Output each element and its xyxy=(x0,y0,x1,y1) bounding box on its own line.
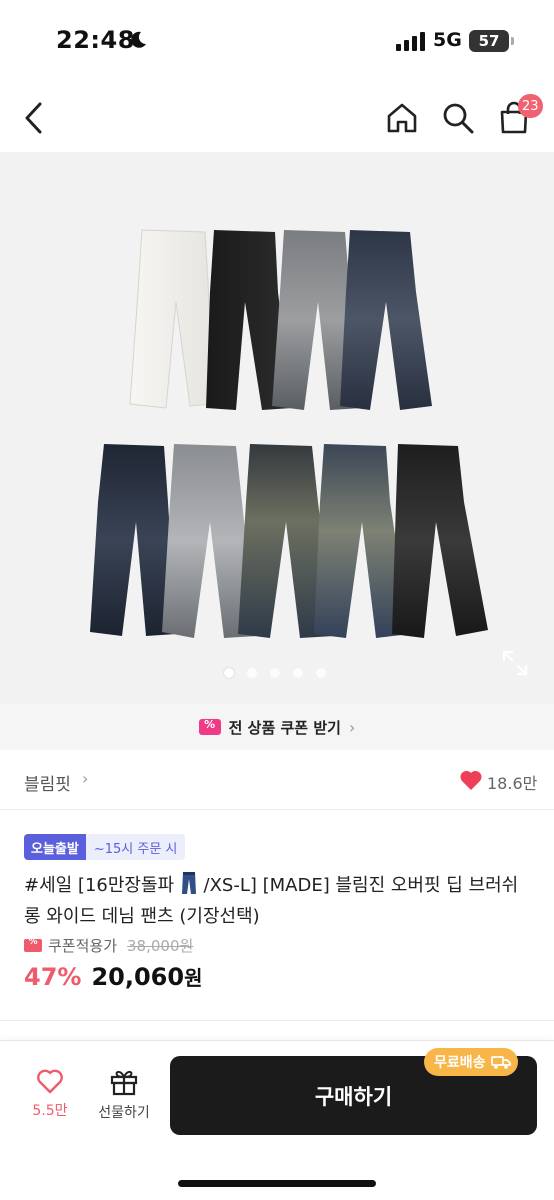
home-indicator xyxy=(178,1180,376,1187)
app-header xyxy=(0,86,554,150)
jeans-dark-navy xyxy=(90,444,176,636)
gift-icon xyxy=(110,1070,138,1096)
jeans-black-wash xyxy=(392,444,488,638)
sale-price-value: 20,060 xyxy=(91,963,185,991)
heart-outline-icon xyxy=(37,1069,63,1094)
product-detail-screen: 22:48 5G 57 23 % 전 상품 쿠폰 받기 › 블림핏 › 18.6… xyxy=(0,0,554,1200)
gallery-dot[interactable] xyxy=(270,668,280,678)
back-button[interactable] xyxy=(14,98,54,138)
battery-icon: 57 xyxy=(469,30,514,52)
coupon-icon xyxy=(198,718,221,735)
discount-rate: 47% xyxy=(24,963,82,991)
gallery-dot[interactable] xyxy=(224,668,234,678)
brand-row: 블림핏 › 18.6만 xyxy=(0,752,554,810)
gallery-dot[interactable] xyxy=(247,668,257,678)
product-title: #세일 [16만장돌파 /XS-L] [MADE] 블림진 오버핏 딥 브러쉬 … xyxy=(24,870,534,932)
like-count: 5.5만 xyxy=(32,1103,68,1119)
free-shipping-badge: 무료배송 xyxy=(424,1048,518,1076)
brand-like-count: 18.6만 xyxy=(487,774,538,793)
chevron-right-icon: › xyxy=(348,717,356,737)
coupon-price-label: 쿠폰적용가 xyxy=(48,936,118,955)
divider xyxy=(0,1020,554,1021)
home-button[interactable] xyxy=(382,98,422,138)
gift-button[interactable]: 선물하기 xyxy=(94,1068,154,1122)
jeans-white xyxy=(129,229,215,409)
coupon-price-row: 쿠폰적용가 38,000원 xyxy=(24,935,193,955)
product-title-part1: #세일 [16만장돌파 xyxy=(24,875,180,896)
order-cutoff-note: ~15시 주문 시 xyxy=(85,834,186,860)
gallery-pagination xyxy=(224,668,326,678)
status-bar: 22:48 5G 57 xyxy=(0,0,554,80)
coupon-icon xyxy=(24,937,42,952)
search-button[interactable] xyxy=(438,98,478,138)
battery-level: 57 xyxy=(478,32,500,50)
jeans-emoji-icon xyxy=(181,872,196,894)
cart-count-badge: 23 xyxy=(518,94,543,118)
back-arrow-icon xyxy=(25,102,42,134)
price-row: 47% 20,060원 xyxy=(24,962,202,996)
chevron-right-icon: › xyxy=(82,769,89,788)
original-price: 38,000원 xyxy=(127,936,194,955)
jeans-lineup-image xyxy=(90,229,488,638)
product-image[interactable] xyxy=(0,152,554,704)
home-icon xyxy=(387,103,417,133)
brand-name-link[interactable]: 블림핏 xyxy=(24,770,71,795)
expand-icon[interactable] xyxy=(500,648,530,678)
today-ship-badge: 오늘출발 xyxy=(24,834,86,860)
sale-price: 20,060원 xyxy=(91,962,202,991)
signal-icon xyxy=(396,32,425,51)
coupon-banner[interactable]: 전 상품 쿠폰 받기 › xyxy=(0,704,554,750)
jeans-navy-wash xyxy=(340,230,432,410)
heart-icon[interactable] xyxy=(459,769,483,791)
gallery-dot[interactable] xyxy=(316,668,326,678)
network-label: 5G xyxy=(433,29,462,51)
sale-price-unit: 원 xyxy=(184,966,203,990)
like-button[interactable]: 5.5만 xyxy=(20,1068,80,1120)
status-time: 22:48 xyxy=(56,26,135,54)
moon-icon xyxy=(131,31,146,48)
truck-icon xyxy=(490,1056,511,1069)
delivery-tag: 오늘출발 ~15시 주문 시 xyxy=(24,834,186,860)
free-shipping-label: 무료배송 xyxy=(434,1055,486,1071)
search-icon xyxy=(443,103,474,134)
gallery-dot[interactable] xyxy=(293,668,303,678)
coupon-banner-label: 전 상품 쿠폰 받기 xyxy=(228,718,341,737)
gift-label: 선물하기 xyxy=(98,1105,150,1121)
